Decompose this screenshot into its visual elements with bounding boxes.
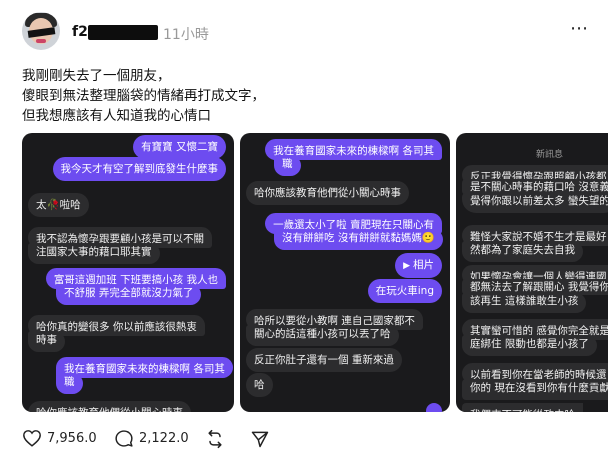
chat-screenshot-3[interactable]: 新訊息 反正我覺得懷孕跟照顧小孩都 是不關心時事的藉口哈 沒意義 覺得你跟以前差… <box>456 133 608 412</box>
chat-screenshot-1[interactable]: 有寶寶 又懷二寶 我今天才有空了解到底發生什麼事 太🥀啦哈 我不認為懷孕跟要顧小… <box>22 133 234 412</box>
comment-count: 2,122.0 <box>139 431 189 446</box>
heart-icon <box>23 430 41 447</box>
chat-bubble: 在玩火車ing <box>367 279 442 303</box>
post-line: 我剛剛失去了一個朋友， <box>22 68 171 84</box>
repost-button[interactable] <box>205 429 225 449</box>
chat-bubble: 覺得你跟以前差太多 蠻失望的 <box>462 193 608 213</box>
chat-bubble: 我在養育國家未來的棟樑啊 各司其 <box>56 357 233 378</box>
chat-bubble: 哈你應該教育他們從小關心時事 <box>28 401 191 412</box>
username-redaction <box>88 25 158 40</box>
comment-button[interactable]: 2,122.0 <box>114 429 189 448</box>
post-time: 11小時 <box>163 27 209 43</box>
repost-icon <box>208 429 222 449</box>
chat-bubble: 時事 <box>28 331 65 352</box>
chat-screenshot-2[interactable]: 我在養育國家未來的棟樑啊 各司其 職 哈你應該教育他們從小關心時事 一歲還太小了… <box>240 133 450 412</box>
avatar[interactable] <box>22 12 60 50</box>
post-body: 我剛剛失去了一個朋友， 傻眼到無法整理腦袋的情緒再打成文字， 但我想應該有人知道… <box>22 66 265 126</box>
like-count: 7,956.0 <box>47 430 97 446</box>
send-icon <box>251 431 269 448</box>
photo-bubble[interactable]: ▶ 相片 <box>395 253 442 278</box>
chat-bubble: 我們來不可能從政中哈 <box>462 403 583 412</box>
chat-bubble: 你的 現在沒看到你有什麼貢獻 <box>462 379 608 400</box>
comment-icon <box>115 430 133 447</box>
photo-label: 相片 <box>413 259 434 271</box>
chat-bubble: 該再生 這樣誰敢生小孩 <box>462 293 587 313</box>
chat-bubble-partial <box>426 403 442 412</box>
chat-bubble: 沒有餅餅吃 沒有餅餅就黏媽媽🙂 <box>274 229 443 250</box>
chat-bubble: 哈你應該教育他們從小關心時事 <box>246 181 409 205</box>
chat-bubble: 注國家大事的藉口耶其實 <box>28 243 160 264</box>
chat-bubble: 我今天才有空了解到底發生什麼事 <box>52 157 226 181</box>
chat-bubble: 不舒服 弄完全部就沒力氣了 <box>56 284 202 305</box>
chat-bubble: 庭綁住 限動也都是小孩了 <box>462 335 597 356</box>
play-icon: ▶ <box>403 261 410 271</box>
more-options-icon[interactable]: ⋯ <box>570 18 589 39</box>
like-button[interactable]: 7,956.0 <box>22 429 97 447</box>
post-line: 傻眼到無法整理腦袋的情緒再打成文字， <box>22 88 265 104</box>
chat-bubble: 職 <box>56 373 83 394</box>
chat-bubble: 反正你肚子還有一個 重新來過 <box>246 348 402 372</box>
chat-bubble: 關心的話這種小孩可以丟了哈 <box>246 325 399 346</box>
chat-bubble: 職 <box>274 155 301 176</box>
chat-bubble: 然都為了家庭失去自我 <box>462 241 583 262</box>
chat-bubble: 太🥀啦哈 <box>28 193 89 217</box>
avatar-lips <box>36 39 46 43</box>
post-line: 但我想應該有人知道我的心情口 <box>22 108 211 124</box>
share-button[interactable] <box>250 429 270 449</box>
new-messages-divider: 新訊息 <box>536 150 564 160</box>
chat-bubble: 有寶寶 又懷二寶 <box>133 135 226 159</box>
chat-bubble: 哈 <box>246 373 273 397</box>
username[interactable]: f2 <box>72 24 88 40</box>
